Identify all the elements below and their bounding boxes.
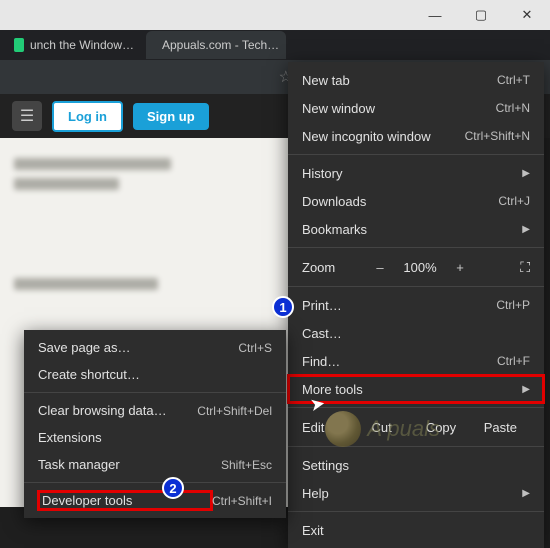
- menu-separator: [288, 407, 544, 408]
- menu-label: Save page as…: [38, 340, 238, 355]
- menu-new-tab[interactable]: New tab Ctrl+T: [288, 66, 544, 94]
- menu-shortcut: Shift+Esc: [221, 458, 272, 472]
- menu-label: Developer tools: [38, 491, 212, 510]
- menu-label: More tools: [302, 382, 514, 397]
- menu-exit[interactable]: Exit: [288, 516, 544, 544]
- annotation-badge-1: 1: [272, 296, 294, 318]
- menu-separator: [288, 286, 544, 287]
- menu-label: New window: [302, 101, 496, 116]
- menu-label: Downloads: [302, 194, 498, 209]
- submenu-clear-browsing-data[interactable]: Clear browsing data… Ctrl+Shift+Del: [24, 397, 286, 424]
- menu-label: Help: [302, 486, 514, 501]
- menu-label: Print…: [302, 298, 496, 313]
- copy-button[interactable]: Copy: [411, 420, 470, 435]
- chevron-right-icon: ▶: [522, 488, 530, 499]
- menu-shortcut: Ctrl+N: [496, 101, 530, 115]
- menu-separator: [24, 392, 286, 393]
- menu-separator: [288, 511, 544, 512]
- menu-label: New tab: [302, 73, 497, 88]
- chrome-main-menu: New tab Ctrl+T New window Ctrl+N New inc…: [288, 62, 544, 548]
- menu-incognito[interactable]: New incognito window Ctrl+Shift+N: [288, 122, 544, 150]
- menu-label: Clear browsing data…: [38, 403, 197, 418]
- zoom-in-button[interactable]: +: [450, 260, 470, 275]
- chevron-right-icon: ▶: [522, 224, 530, 235]
- more-tools-submenu: Save page as… Ctrl+S Create shortcut… Cl…: [24, 330, 286, 518]
- menu-label: History: [302, 166, 514, 181]
- hamburger-menu-icon[interactable]: ☰: [12, 101, 42, 131]
- tab-label: unch the Window…: [30, 38, 134, 52]
- menu-print[interactable]: Print… Ctrl+P: [288, 291, 544, 319]
- menu-shortcut: Ctrl+Shift+I: [212, 494, 272, 508]
- menu-bookmarks[interactable]: Bookmarks ▶: [288, 215, 544, 243]
- submenu-save-page[interactable]: Save page as… Ctrl+S: [24, 334, 286, 361]
- tab-strip: unch the Window… Appuals.com - Tech…: [0, 30, 550, 60]
- favicon-icon: [14, 38, 24, 52]
- menu-shortcut: Ctrl+T: [497, 73, 530, 87]
- menu-label: New incognito window: [302, 129, 465, 144]
- menu-settings[interactable]: Settings: [288, 451, 544, 479]
- submenu-task-manager[interactable]: Task manager Shift+Esc: [24, 451, 286, 478]
- annotation-badge-2: 2: [162, 477, 184, 499]
- menu-shortcut: Ctrl+J: [498, 194, 530, 208]
- menu-new-window[interactable]: New window Ctrl+N: [288, 94, 544, 122]
- submenu-developer-tools[interactable]: Developer tools Ctrl+Shift+I: [24, 487, 286, 514]
- menu-shortcut: Ctrl+F: [497, 354, 530, 368]
- zoom-label: Zoom: [302, 260, 362, 275]
- window-minimize-button[interactable]: —: [412, 0, 458, 30]
- menu-cast[interactable]: Cast…: [288, 319, 544, 347]
- chevron-right-icon: ▶: [522, 384, 530, 395]
- menu-label: Task manager: [38, 457, 221, 472]
- paste-button[interactable]: Paste: [471, 420, 530, 435]
- zoom-value: 100%: [398, 260, 442, 275]
- menu-label: Cast…: [302, 326, 530, 341]
- login-button[interactable]: Log in: [52, 101, 123, 132]
- menu-more-tools[interactable]: More tools ▶: [288, 375, 544, 403]
- menu-downloads[interactable]: Downloads Ctrl+J: [288, 187, 544, 215]
- menu-history[interactable]: History ▶: [288, 159, 544, 187]
- menu-separator: [288, 154, 544, 155]
- menu-label: Exit: [302, 523, 530, 538]
- menu-find[interactable]: Find… Ctrl+F: [288, 347, 544, 375]
- menu-separator: [288, 446, 544, 447]
- submenu-create-shortcut[interactable]: Create shortcut…: [24, 361, 286, 388]
- blurred-text: [14, 278, 158, 290]
- cut-button[interactable]: Cut: [352, 420, 411, 435]
- menu-shortcut: Ctrl+P: [496, 298, 530, 312]
- menu-label: Bookmarks: [302, 222, 514, 237]
- menu-label: Settings: [302, 458, 530, 473]
- menu-help[interactable]: Help ▶: [288, 479, 544, 507]
- menu-label: Extensions: [38, 430, 272, 445]
- submenu-extensions[interactable]: Extensions: [24, 424, 286, 451]
- menu-shortcut: Ctrl+Shift+Del: [197, 404, 272, 418]
- edit-label: Edit: [302, 420, 352, 435]
- window-maximize-button[interactable]: ▢: [458, 0, 504, 30]
- window-close-button[interactable]: ✕: [504, 0, 550, 30]
- menu-shortcut: Ctrl+S: [238, 341, 272, 355]
- window-titlebar: — ▢ ✕: [0, 0, 550, 30]
- chevron-right-icon: ▶: [522, 168, 530, 179]
- tab-label: Appuals.com - Tech…: [162, 38, 279, 52]
- blurred-text: [14, 178, 119, 190]
- menu-separator: [24, 482, 286, 483]
- blurred-text: [14, 158, 171, 170]
- signup-button[interactable]: Sign up: [133, 103, 209, 130]
- tab-1[interactable]: unch the Window…: [4, 31, 144, 59]
- menu-shortcut: Ctrl+Shift+N: [465, 129, 530, 143]
- menu-label: Find…: [302, 354, 497, 369]
- zoom-out-button[interactable]: –: [370, 260, 390, 275]
- menu-label: Create shortcut…: [38, 367, 272, 382]
- menu-zoom-row: Zoom – 100% + ⛶: [288, 252, 544, 282]
- menu-separator: [288, 247, 544, 248]
- fullscreen-icon[interactable]: ⛶: [520, 259, 530, 276]
- menu-edit-row: Edit Cut Copy Paste: [288, 412, 544, 442]
- tab-2[interactable]: Appuals.com - Tech…: [146, 31, 286, 59]
